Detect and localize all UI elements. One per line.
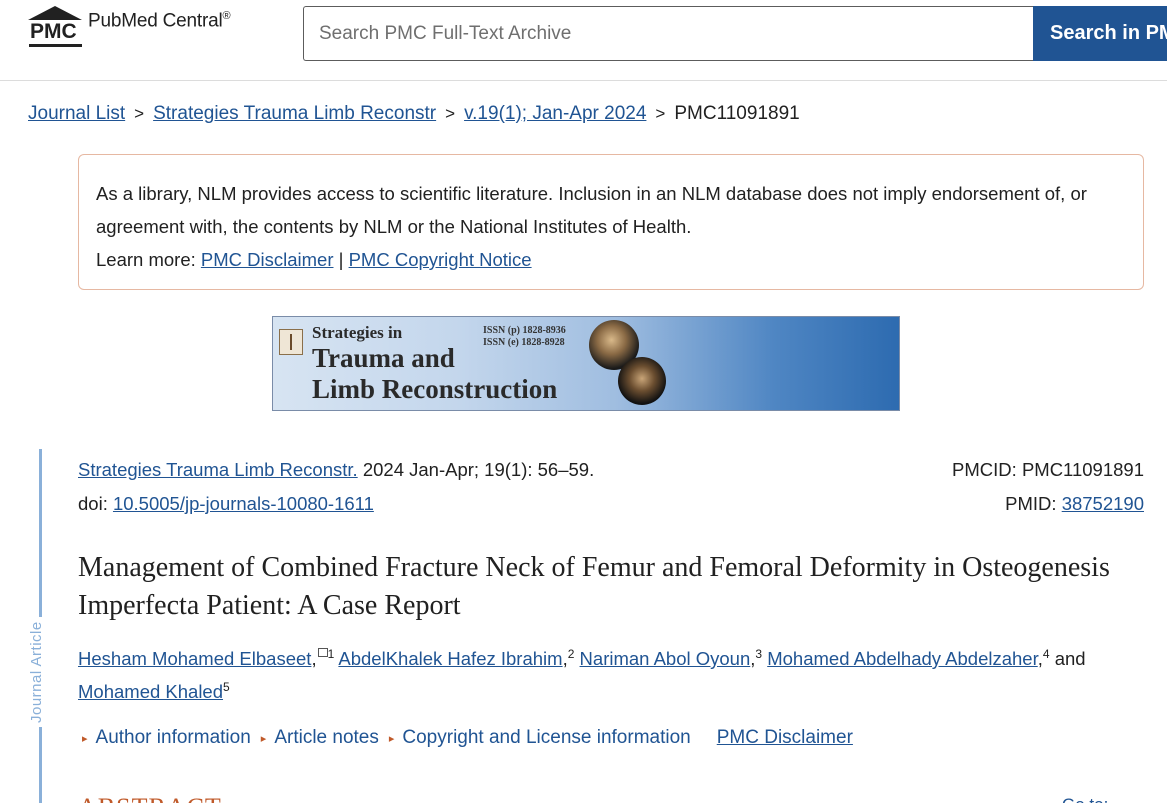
identifiers-block: PMCID: PMC11091891 PMID: 38752190 xyxy=(952,453,1144,521)
abstract-heading: ABSTRACT xyxy=(78,793,222,803)
notice-learn-more: Learn more: PMC Disclaimer | PMC Copyrig… xyxy=(96,243,1126,276)
pmc-logo[interactable]: PMC PubMed Central® xyxy=(28,6,231,48)
pmid-link[interactable]: 38752190 xyxy=(1062,493,1144,514)
search-field[interactable] xyxy=(303,6,1034,61)
learn-more-label: Learn more: xyxy=(96,249,196,270)
breadcrumb-separator: > xyxy=(134,104,145,123)
banner-line-1: Strategies in xyxy=(312,323,403,342)
pmid-line: PMID: 38752190 xyxy=(952,487,1144,521)
notice-divider: | xyxy=(338,249,344,270)
citation-block: Strategies Trauma Limb Reconstr. 2024 Ja… xyxy=(78,453,594,521)
logo-text: PubMed Central® xyxy=(88,9,231,31)
triangle-right-icon: ▸ xyxy=(82,732,88,745)
logo-base-line xyxy=(29,44,82,47)
triangle-right-icon: ▸ xyxy=(260,732,267,745)
banner-line-3: Limb Reconstruction xyxy=(312,374,558,404)
pmid-label: PMID: xyxy=(1005,493,1062,514)
breadcrumb-separator: > xyxy=(655,104,666,123)
author-list: Hesham Mohamed Elbaseet, 1 AbdelKhalek Ha… xyxy=(78,646,1086,702)
article-title: Management of Combined Fracture Neck of … xyxy=(78,552,1110,621)
breadcrumb-journal[interactable]: Strategies Trauma Limb Reconstr xyxy=(153,103,436,125)
article-info-toggles: ▸ Author information ▸ Article notes ▸ Copy… xyxy=(82,727,853,749)
pmcid-line: PMCID: PMC11091891 xyxy=(952,453,1144,487)
pmcid-label: PMCID: xyxy=(952,459,1022,480)
pmcid-value: PMC11091891 xyxy=(1021,459,1144,480)
breadcrumb-issue[interactable]: v.19(1); Jan-Apr 2024 xyxy=(464,103,646,125)
breadcrumb-current: PMC11091891 xyxy=(674,103,800,124)
notice-text: As a library, NLM provides access to sci… xyxy=(96,183,1087,237)
banner-issn: ISSN (p) 1828-8936 ISSN (e) 1828-8928 xyxy=(483,325,566,348)
banner-bone-image-2 xyxy=(618,357,666,405)
journal-banner[interactable]: Strategies in Trauma and Limb Reconstruc… xyxy=(272,316,900,411)
logo-mark-text: PMC xyxy=(30,20,77,43)
journal-tree-logo-icon xyxy=(279,329,303,355)
breadcrumb-journal-list[interactable]: Journal List xyxy=(28,103,125,125)
pmc-disclaimer-link-2[interactable]: PMC Disclaimer xyxy=(717,727,853,749)
search-input[interactable] xyxy=(304,7,1034,60)
author-link[interactable]: Mohamed Abdelhady Abdelzaher xyxy=(767,648,1038,669)
author-link[interactable]: Hesham Mohamed Elbaseet xyxy=(78,648,311,669)
journal-citation-link[interactable]: Strategies Trauma Limb Reconstr. xyxy=(78,459,358,480)
article-type-label: Journal Article xyxy=(28,617,45,727)
email-icon[interactable] xyxy=(317,648,328,657)
copyright-license-toggle[interactable]: ▸ Copyright and License information xyxy=(389,727,691,749)
citation-details: 2024 Jan-Apr; 19(1): 56–59. xyxy=(357,459,595,480)
breadcrumb: Journal List > Strategies Trauma Limb Re… xyxy=(28,103,800,125)
doi-link[interactable]: 10.5005/jp-journals-10080-1611 xyxy=(113,493,374,514)
doi-label: doi: xyxy=(78,493,113,514)
pmc-logo-mark: PMC xyxy=(28,6,83,48)
go-to-link[interactable]: Go to: xyxy=(1062,795,1108,803)
breadcrumb-separator: > xyxy=(445,104,456,123)
citation-line: Strategies Trauma Limb Reconstr. 2024 Ja… xyxy=(78,453,594,487)
logo-roof-shape xyxy=(28,6,82,20)
site-header: PMC PubMed Central® Search in PMC xyxy=(0,0,1167,81)
author-link[interactable]: Nariman Abol Oyoun xyxy=(580,648,751,669)
banner-line-2: Trauma and xyxy=(312,343,455,373)
author-link[interactable]: AbdelKhalek Hafez Ibrahim xyxy=(338,648,562,669)
pmc-copyright-link[interactable]: PMC Copyright Notice xyxy=(349,249,532,270)
article-notes-toggle[interactable]: ▸ Article notes xyxy=(261,727,379,749)
search-button[interactable]: Search in PMC xyxy=(1033,6,1167,61)
doi-line: doi: 10.5005/jp-journals-10080-1611 xyxy=(78,487,594,521)
pmc-disclaimer-link[interactable]: PMC Disclaimer xyxy=(201,249,334,270)
authors-and: and xyxy=(1054,648,1086,669)
author-link[interactable]: Mohamed Khaled xyxy=(78,681,223,702)
nlm-disclaimer-notice: As a library, NLM provides access to sci… xyxy=(78,154,1144,290)
triangle-right-icon: ▸ xyxy=(388,732,395,745)
author-information-toggle[interactable]: ▸ Author information xyxy=(82,727,251,749)
